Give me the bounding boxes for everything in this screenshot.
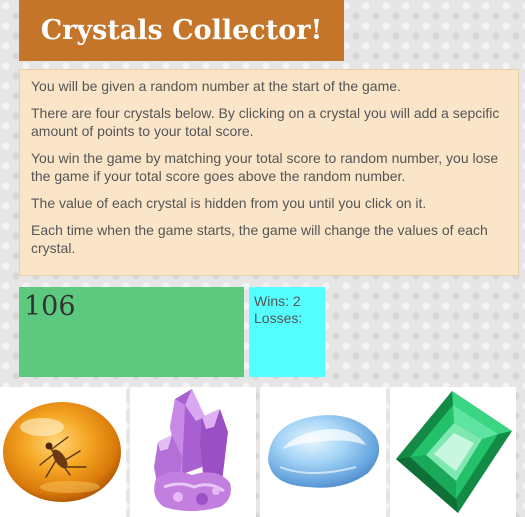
instruction-text: Each time when the game starts, the game… <box>31 222 488 256</box>
crystal-amber-button[interactable] <box>0 387 126 517</box>
wins-row: Wins: 2 <box>254 293 325 310</box>
blue-crystal-icon <box>268 415 380 488</box>
instruction-text: The value of each crystal is hidden from… <box>31 195 427 211</box>
losses-label: Losses: <box>254 310 303 326</box>
random-number-box: 106 <box>19 287 244 377</box>
losses-row: Losses: <box>254 310 325 327</box>
crystal-blue-button[interactable] <box>260 387 386 517</box>
stats-box: Wins: 2 Losses: <box>249 287 325 377</box>
crystal-emerald-button[interactable] <box>390 387 516 517</box>
page-title: Crystals Collector! <box>40 15 323 46</box>
amber-crystal-icon <box>3 402 121 502</box>
instructions-panel: You will be given a random number at the… <box>19 69 519 276</box>
crystal-amethyst-button[interactable] <box>130 387 256 517</box>
instruction-text: There are four crystals below. By clicki… <box>31 105 500 139</box>
emerald-crystal-icon <box>396 391 512 513</box>
wins-label: Wins: <box>254 293 289 309</box>
random-number: 106 <box>24 291 76 322</box>
instruction-text: You win the game by matching your total … <box>31 150 499 184</box>
title-banner: Crystals Collector! <box>19 0 344 61</box>
wins-value: 2 <box>292 293 301 309</box>
instruction-text: You will be given a random number at the… <box>31 78 401 94</box>
amethyst-crystal-icon <box>154 389 231 511</box>
